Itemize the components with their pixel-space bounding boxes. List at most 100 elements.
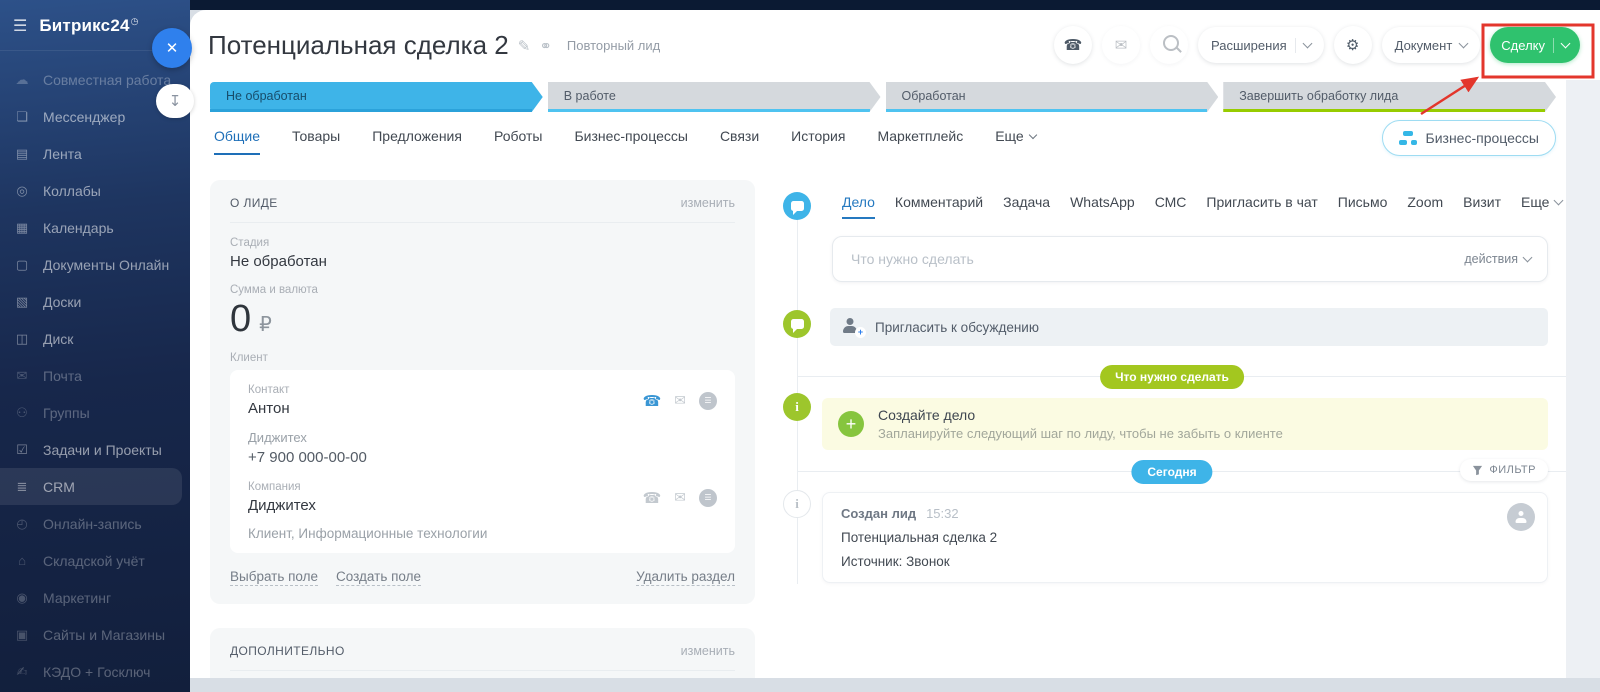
menu-hamburger-icon[interactable]: ☰ (13, 16, 27, 36)
delete-section-link[interactable]: Удалить раздел (636, 569, 735, 586)
sidebar-item-feed[interactable]: ▤Лента (0, 135, 190, 172)
company-name[interactable]: Диджитех (248, 497, 316, 514)
sidebar-item-calendar[interactable]: ▦Календарь (0, 209, 190, 246)
scroll-gutter[interactable] (1566, 80, 1600, 678)
tl-tab-visit[interactable]: Визит (1463, 194, 1501, 219)
tab-label: Еще (1521, 194, 1550, 210)
tab-products[interactable]: Товары (292, 128, 340, 155)
stage-field-value[interactable]: Не обработан (230, 253, 735, 270)
groups-icon: ⚇ (13, 405, 31, 421)
chat-lines-glyph: ☰ (704, 396, 711, 405)
sidebar-item-documents-online[interactable]: ▢Документы Онлайн (0, 246, 190, 283)
business-processes-label: Бизнес-процессы (1426, 130, 1539, 146)
contact-name[interactable]: Антон (248, 400, 290, 417)
sidebar-item-sites-stores[interactable]: ▣Сайты и Магазины (0, 616, 190, 653)
search-duplicates-button[interactable] (1150, 26, 1188, 64)
page-title: Потенциальная сделка 2 (208, 30, 509, 61)
tab-business-processes[interactable]: Бизнес-процессы (574, 128, 687, 155)
tab-quotes[interactable]: Предложения (372, 128, 462, 155)
sidebar-item-kedo[interactable]: ✍КЭДО + Госключ (0, 653, 190, 690)
company-call-icon[interactable]: ☎ (643, 489, 662, 507)
collapse-panel-button[interactable]: ↧ (156, 84, 194, 118)
sidebar-item-warehouse[interactable]: ⌂Складской учёт (0, 542, 190, 579)
company-chat-icon[interactable]: ☰ (699, 489, 717, 507)
edit-title-pencil-icon[interactable]: ✎ (518, 37, 531, 55)
copy-link-icon[interactable]: ⚭ (539, 37, 552, 55)
sidebar-item-label: Доски (43, 294, 81, 310)
contact-chat-icon[interactable]: ☰ (699, 392, 717, 410)
tl-tab-zoom[interactable]: Zoom (1407, 194, 1443, 219)
add-activity-plus-icon[interactable]: + (838, 411, 864, 437)
stage-processed[interactable]: Обработан (886, 82, 1219, 112)
create-deal-button[interactable]: Сделку (1490, 27, 1580, 63)
select-field-link[interactable]: Выбрать поле (230, 569, 318, 586)
call-button[interactable]: ☎ (1054, 26, 1092, 64)
today-badge[interactable]: Сегодня (1131, 460, 1212, 484)
todo-input[interactable] (849, 250, 1464, 268)
tl-tab-comment[interactable]: Комментарий (895, 194, 983, 219)
contact-mail-icon[interactable]: ✉ (674, 392, 686, 409)
extensions-dropdown[interactable]: Расширения (1198, 27, 1324, 63)
contact-company-name[interactable]: Диджитех (248, 430, 717, 445)
event-line2: Источник: Звонок (841, 554, 1529, 569)
speech-bubble-glyph (791, 319, 804, 329)
bitrix24-logo[interactable]: Битрикс24◷ (39, 16, 138, 36)
tl-tab-sms[interactable]: СМС (1155, 194, 1187, 219)
tl-tab-invite-to-chat[interactable]: Пригласить в чат (1206, 194, 1317, 219)
divider (230, 670, 735, 671)
sidebar-item-marketing[interactable]: ◉Маркетинг (0, 579, 190, 616)
tl-tab-activity[interactable]: Дело (842, 194, 875, 219)
stage-in-progress[interactable]: В работе (548, 82, 881, 112)
sidebar-item-label: Диск (43, 331, 73, 347)
tab-history[interactable]: История (791, 128, 845, 155)
amount-value[interactable]: 0 (230, 300, 251, 338)
tl-tab-whatsapp[interactable]: WhatsApp (1070, 194, 1135, 219)
create-field-link[interactable]: Создать поле (336, 569, 421, 586)
documents-icon: ▢ (13, 257, 31, 273)
contact-call-icon[interactable]: ☎ (643, 392, 662, 410)
timeline-event-card[interactable]: Создан лид 15:32 Потенциальная сделка 2 … (822, 492, 1548, 583)
sidebar-item-boards[interactable]: ▧Доски (0, 283, 190, 320)
calendar-icon: ▦ (13, 220, 31, 236)
stage-not-processed[interactable]: Не обработан (210, 82, 543, 112)
filter-button[interactable]: ФИЛЬТР (1460, 459, 1548, 481)
tab-robots[interactable]: Роботы (494, 128, 542, 155)
company-mail-icon[interactable]: ✉ (674, 489, 686, 506)
tab-more[interactable]: Еще (995, 128, 1036, 155)
panel-title: ДОПОЛНИТЕЛЬНО (230, 644, 345, 658)
sidebar-item-tasks-projects[interactable]: ☑Задачи и Проекты (0, 431, 190, 468)
edit-section-link[interactable]: изменить (681, 644, 735, 658)
tl-tab-task[interactable]: Задача (1003, 194, 1050, 219)
tab-marketplace[interactable]: Маркетплейс (877, 128, 963, 155)
email-button[interactable]: ✉ (1102, 26, 1140, 64)
sidebar-item-groups[interactable]: ⚇Группы (0, 394, 190, 431)
header-actions: ☎ ✉ Расширения ⚙ Документ Сделку (1054, 26, 1580, 64)
tab-general[interactable]: Общие (214, 128, 260, 155)
document-dropdown[interactable]: Документ (1382, 27, 1481, 63)
divider (230, 222, 735, 223)
timeline-tabs: Дело Комментарий Задача WhatsApp СМС При… (842, 194, 1562, 219)
detail-tabs: Общие Товары Предложения Роботы Бизнес-п… (214, 128, 1036, 155)
sidebar-item-online-booking[interactable]: ◴Онлайн-запись (0, 505, 190, 542)
business-processes-button[interactable]: Бизнес-процессы (1382, 120, 1556, 156)
notice-title[interactable]: Создайте дело (878, 407, 1283, 423)
sidebar-nav: ☁Совместная работа ❏Мессенджер ▤Лента ◎К… (0, 51, 190, 690)
page-header: Потенциальная сделка 2 ✎ ⚭ Повторный лид (208, 30, 660, 61)
sites-icon: ▣ (13, 627, 31, 643)
sidebar-item-crm[interactable]: ≣CRM (0, 468, 182, 505)
tl-tab-more[interactable]: Еще (1521, 194, 1563, 219)
contact-phone-number[interactable]: +7 900 000-00-00 (248, 449, 717, 466)
actions-dropdown[interactable]: действия (1464, 252, 1531, 266)
edit-section-link[interactable]: изменить (681, 196, 735, 210)
sidebar-item-disk[interactable]: ◫Диск (0, 320, 190, 357)
stage-finish-processing[interactable]: Завершить обработку лида (1223, 82, 1556, 112)
sidebar-item-label: Мессенджер (43, 109, 125, 125)
settings-button[interactable]: ⚙ (1334, 26, 1372, 64)
tl-tab-letter[interactable]: Письмо (1338, 194, 1388, 219)
invite-to-discussion-row[interactable]: + Пригласить к обсуждению (830, 308, 1548, 346)
sidebar-item-collabs[interactable]: ◎Коллабы (0, 172, 190, 209)
tab-label: СМС (1155, 194, 1187, 210)
tab-connections[interactable]: Связи (720, 128, 759, 155)
sidebar-item-mail[interactable]: ✉Почта (0, 357, 190, 394)
close-slider-button[interactable]: ✕ (152, 28, 192, 68)
